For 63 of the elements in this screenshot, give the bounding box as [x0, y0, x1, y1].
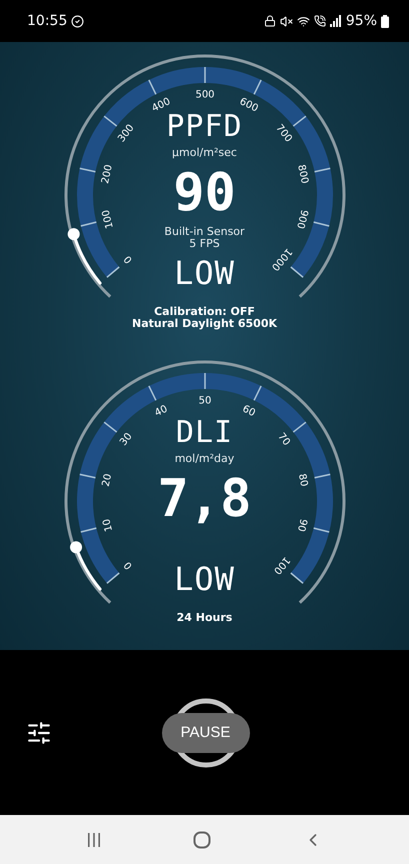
scale-label: 80 — [295, 472, 309, 488]
tick-mark — [80, 527, 96, 533]
tick-mark — [148, 386, 156, 401]
lock-icon — [264, 15, 276, 27]
tick-mark — [103, 116, 117, 127]
check-icon — [71, 14, 84, 28]
tick-mark — [252, 386, 262, 401]
level-status: LOW — [174, 562, 235, 596]
sensor-info: Built-in Sensor — [164, 226, 245, 238]
battery-percent: 95% — [346, 13, 377, 29]
tick-mark — [314, 474, 330, 478]
scale-label: 800 — [294, 164, 310, 185]
home-icon[interactable] — [193, 830, 212, 848]
tick-mark — [79, 474, 96, 478]
tick-mark — [313, 221, 329, 227]
tick-mark — [148, 80, 156, 95]
scale-label: 0 — [122, 559, 134, 572]
status-time: 10:55 — [27, 13, 68, 29]
pause-button[interactable]: PAUSE — [162, 712, 250, 752]
tick-mark — [106, 572, 120, 584]
scale-label: 30 — [118, 431, 134, 448]
tick-mark — [252, 80, 262, 95]
recent-apps-icon[interactable] — [86, 832, 102, 848]
scale-label: 70 — [274, 431, 292, 448]
tick-mark — [313, 527, 329, 533]
scale-label: 100 — [100, 208, 116, 230]
tick-mark — [80, 221, 96, 227]
scale-label: 50 — [198, 396, 211, 407]
tick-mark — [204, 373, 206, 389]
gauge-unit: μmol/m²sec — [172, 146, 237, 160]
gauge-value: 7,8 — [158, 472, 252, 526]
tick-mark — [103, 422, 117, 433]
scale-label: 0 — [122, 253, 134, 266]
scale-label: 900 — [294, 208, 309, 230]
sensor-info: 5 FPS — [189, 238, 220, 250]
gauge-note: Calibration: OFF — [154, 306, 255, 318]
call-icon — [314, 15, 326, 27]
scale-label: 90 — [294, 518, 308, 533]
gauge-note: Natural Daylight 6500K — [132, 318, 278, 330]
tick-mark — [292, 422, 306, 433]
level-status: LOW — [174, 256, 235, 290]
battery-icon — [381, 14, 389, 28]
scale-label: 500 — [194, 90, 214, 101]
tick-mark — [204, 67, 206, 83]
tick-mark — [314, 168, 330, 172]
scale-label: 40 — [152, 404, 169, 420]
gauge-note: 24 Hours — [176, 612, 232, 624]
scale-label: 10 — [100, 518, 115, 533]
mute-icon — [280, 14, 293, 28]
wifi-icon — [296, 14, 310, 28]
gauge-value: 90 — [173, 166, 236, 220]
settings-icon[interactable] — [26, 720, 52, 746]
scale-label: 200 — [100, 164, 114, 185]
tick-mark — [290, 572, 304, 584]
tick-mark — [106, 266, 120, 278]
scale-label: 100 — [270, 554, 292, 576]
scale-label: 60 — [240, 404, 256, 420]
gauge-title: DLI — [176, 416, 234, 450]
gauge-unit: mol/m²day — [174, 452, 234, 466]
tick-mark — [79, 168, 96, 172]
scale-label: 20 — [100, 472, 114, 488]
signal-icon — [330, 15, 342, 27]
tick-mark — [292, 116, 306, 127]
